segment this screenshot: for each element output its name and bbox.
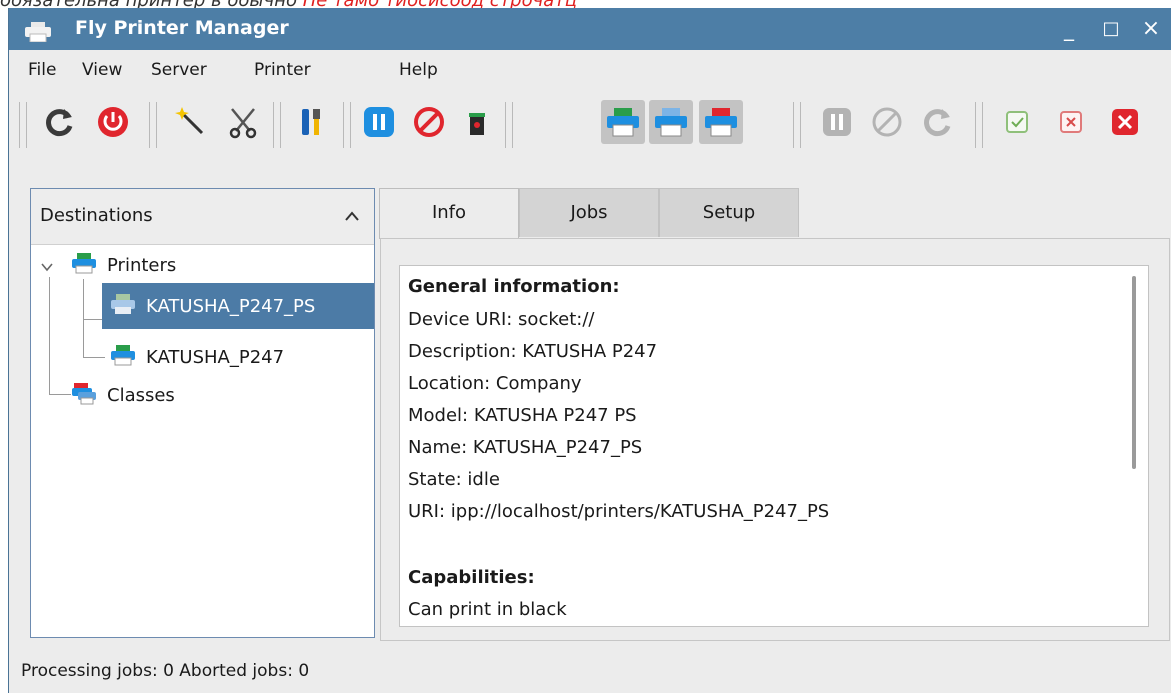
refresh-icon[interactable] [37,100,81,144]
minimize-button[interactable]: _ [1055,16,1083,42]
model-line: Model: KATUSHA P247 PS [408,405,637,426]
classes-label: Classes [107,384,175,406]
name-line: Name: KATUSHA_P247_PS [408,437,643,458]
pause-disabled-icon[interactable] [815,100,859,144]
tools-icon[interactable] [289,100,333,144]
stop-disabled-icon[interactable] [865,100,909,144]
cropped-caption: ооязательна принтер в ооычно Не тамо тио… [0,0,1171,8]
status-bar: Processing jobs: 0 Aborted jobs: 0 [21,661,310,681]
menu-printer[interactable]: Printer [254,60,311,80]
toolbar-separator [975,102,983,148]
tree-item-printers[interactable]: Printers [71,247,176,283]
chevron-up-icon[interactable] [344,207,360,226]
printers-label: Printers [107,254,177,276]
menu-server[interactable]: Server [151,60,207,80]
tree-item-katusha-p247[interactable]: KATUSHA_P247 [102,339,284,375]
description-line: Description: KATUSHA P247 [408,341,658,362]
printer-app-icon [25,22,51,46]
window-title: Fly Printer Manager [75,17,289,39]
destinations-header[interactable]: Destinations [31,189,374,245]
destinations-panel: Destinations Printers KATUSHA_P247_PS KA… [30,188,375,638]
tree-line [83,279,84,357]
can-print-line: Can print in black [408,599,567,620]
magic-wand-icon[interactable] [169,100,213,144]
toolbar [9,92,1171,162]
toolbar-separator [149,102,157,148]
capabilities-heading: Capabilities: [408,567,535,588]
close-red-icon[interactable] [1103,100,1147,144]
printer-icon [110,293,136,320]
tab-info[interactable]: Info [379,188,519,239]
toolbar-separator [273,102,281,148]
stop-icon[interactable] [407,100,451,144]
pause-icon[interactable] [357,100,401,144]
destinations-title: Destinations [40,205,153,226]
maximize-button[interactable]: □ [1097,16,1125,42]
uri-line: URI: ipp://localhost/printers/KATUSHA_P2… [408,501,830,522]
printer-default-icon[interactable] [601,100,645,144]
toolbar-separator [505,102,513,148]
trash-icon[interactable] [455,100,499,144]
menu-file[interactable]: File [28,60,56,80]
tree-line [49,277,50,395]
close-button[interactable]: × [1137,16,1165,42]
printer-red-icon[interactable] [699,100,743,144]
menu-view[interactable]: View [82,60,122,80]
printer-name: KATUSHA_P247_PS [146,295,316,317]
toolbar-separator [19,102,27,148]
tree-item-classes[interactable]: Classes [71,377,175,413]
tab-jobs[interactable]: Jobs [519,188,659,237]
info-text-area[interactable]: General information: Device URI: socket:… [399,265,1149,627]
power-icon[interactable] [91,100,135,144]
scrollbar-thumb[interactable] [1132,276,1136,469]
printer-manager-window: Fly Printer Manager _ □ × File View Serv… [8,8,1171,693]
toolbar-separator [343,102,351,148]
printer-blue-icon[interactable] [649,100,693,144]
printer-group-icon [71,252,97,279]
location-line: Location: Company [408,373,582,394]
refresh-disabled-icon[interactable] [915,100,959,144]
toolbar-separator [793,102,801,148]
menu-bar: File View Server Printer Help [9,50,1171,90]
state-line: State: idle [408,469,500,490]
printer-name: KATUSHA_P247 [146,346,285,368]
printer-icon [110,344,136,371]
menu-help[interactable]: Help [399,60,438,80]
chevron-down-icon[interactable] [40,257,54,276]
reject-icon[interactable] [1049,100,1093,144]
title-bar: Fly Printer Manager _ □ × [9,8,1171,50]
device-uri-line: Device URI: socket:// [408,309,595,330]
scissors-icon[interactable] [221,100,265,144]
general-info-heading: General information: [408,276,620,297]
printer-class-icon [71,381,97,410]
accept-icon[interactable] [995,100,1039,144]
tab-setup[interactable]: Setup [659,188,799,237]
tree-line [49,394,71,395]
tree-item-katusha-p247-ps[interactable]: KATUSHA_P247_PS [102,283,374,329]
